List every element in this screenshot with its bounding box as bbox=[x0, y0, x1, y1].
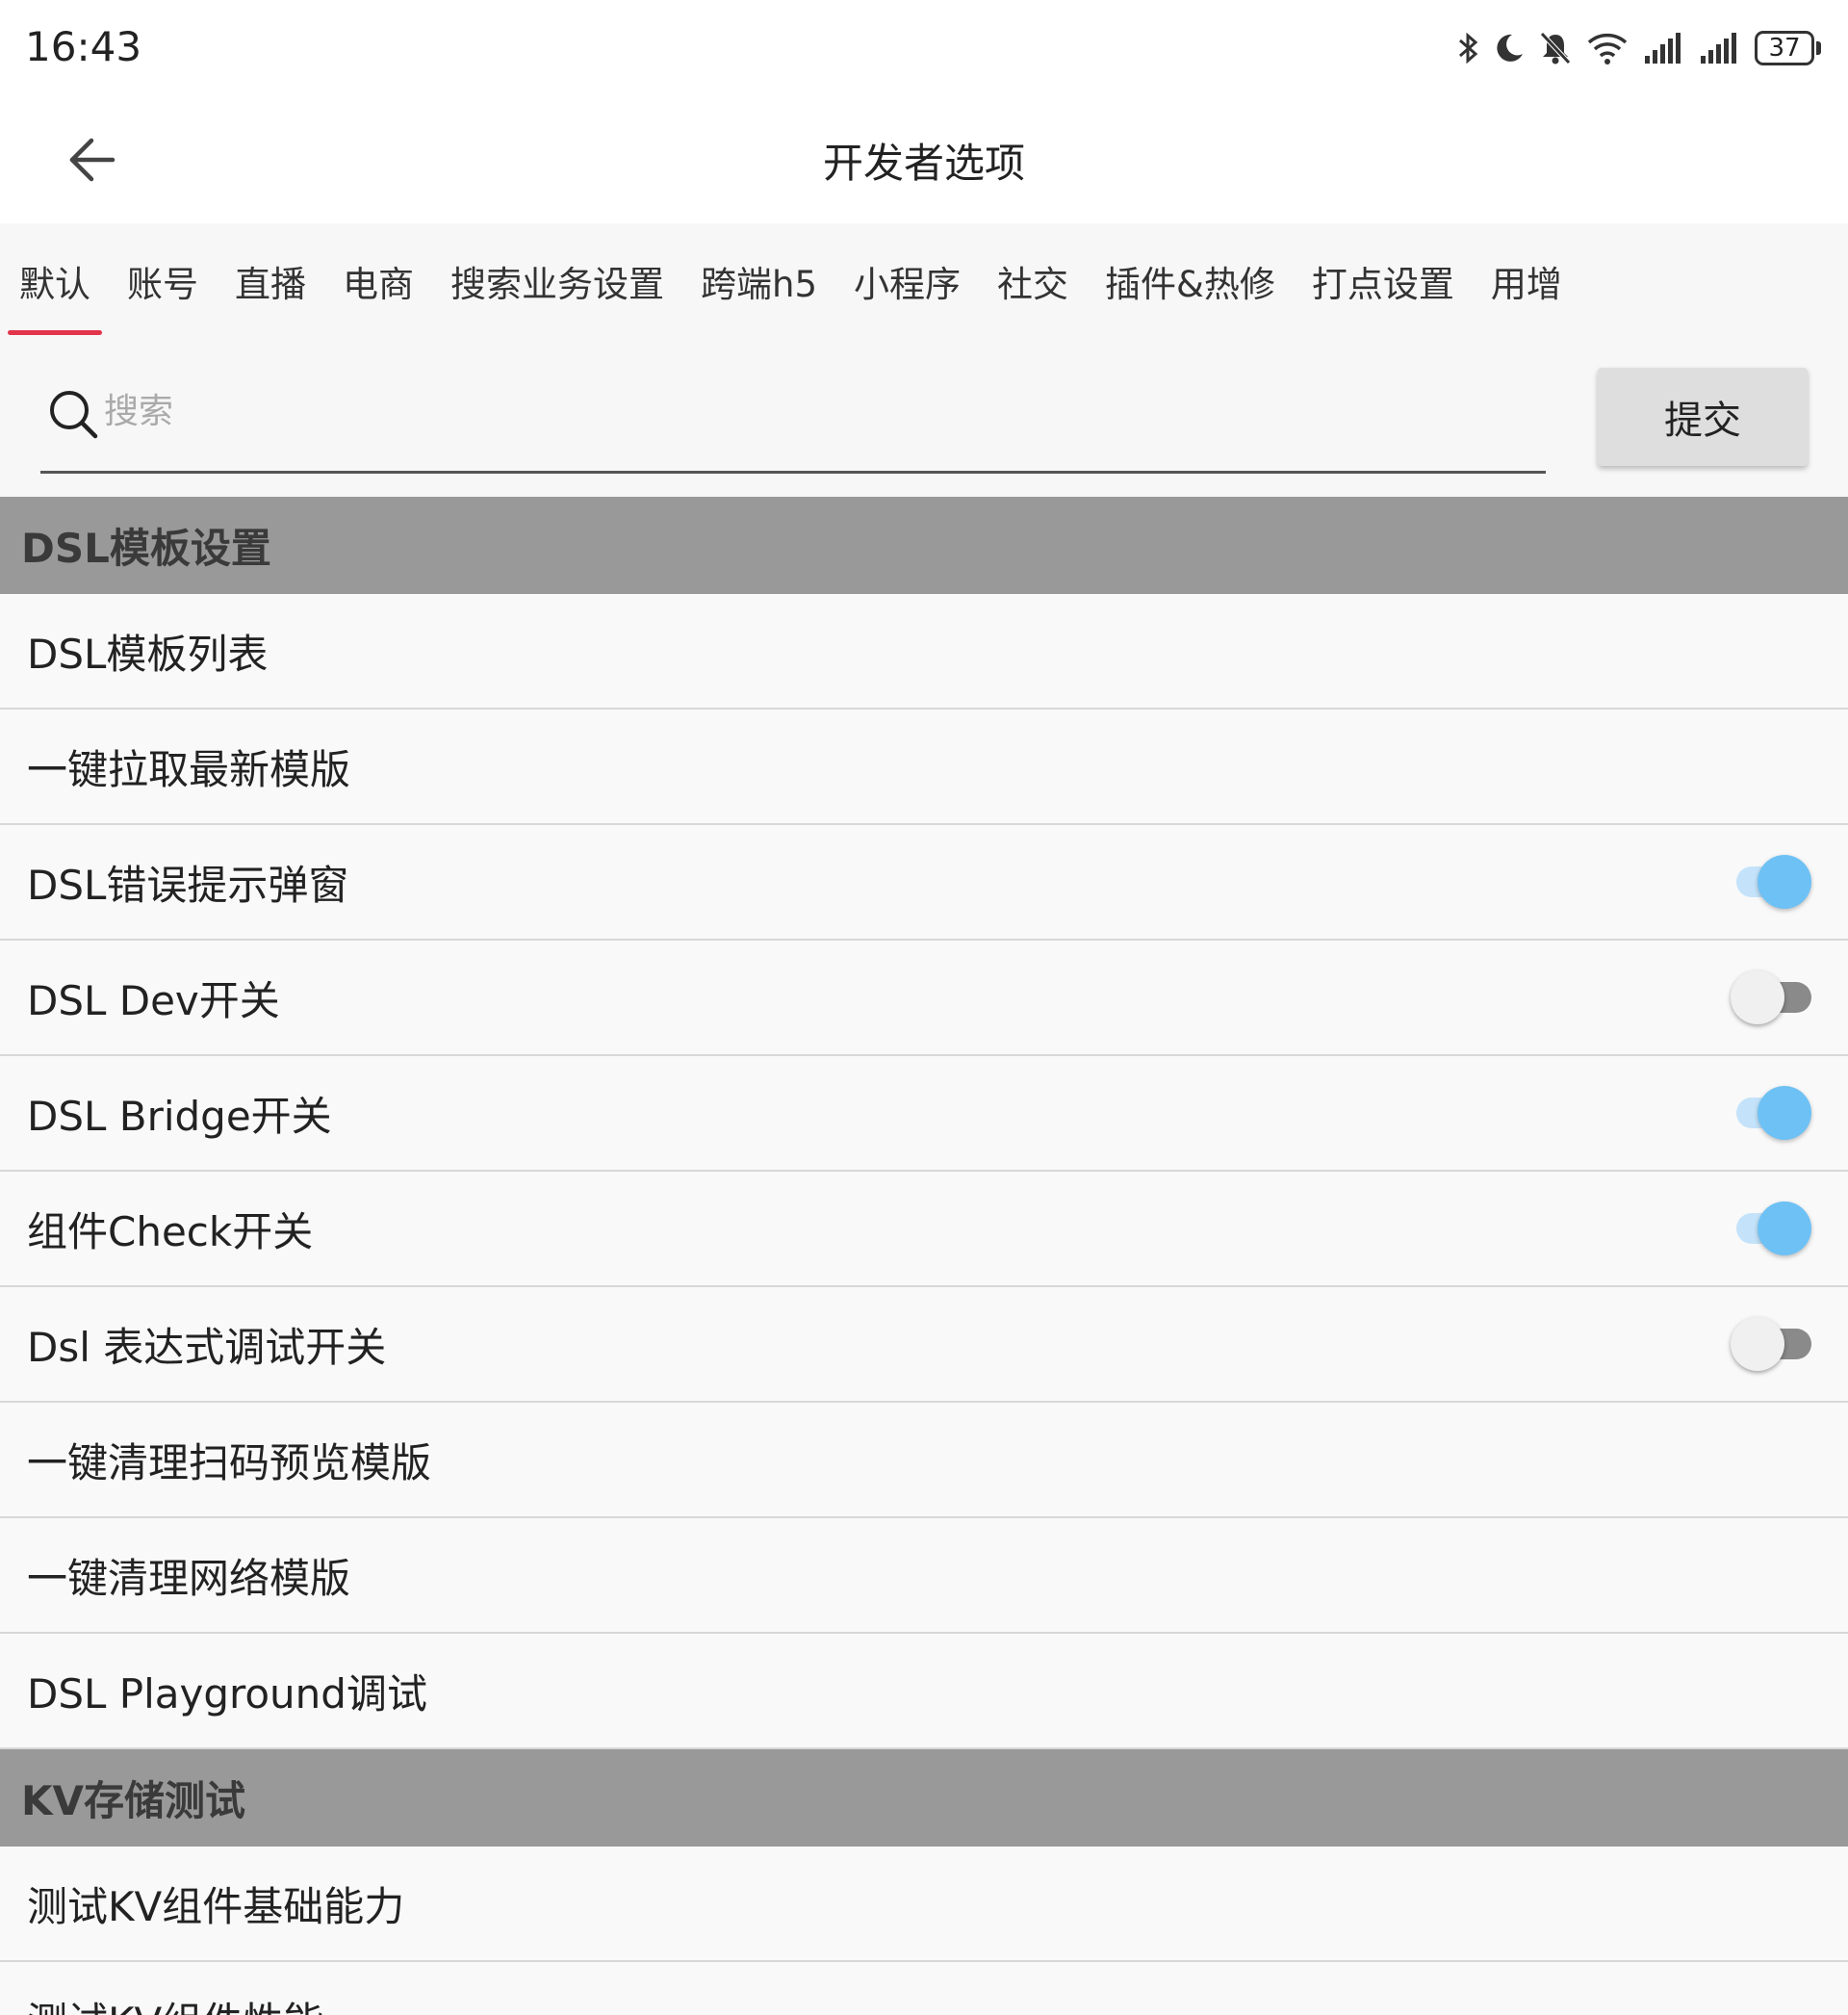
settings-row-label: DSL Bridge开关 bbox=[27, 1092, 332, 1140]
settings-row-label: 组件Check开关 bbox=[27, 1207, 314, 1255]
settings-row[interactable]: DSL Playground调试 bbox=[0, 1634, 1848, 1749]
settings-row[interactable]: 测试KV组件基础能力 bbox=[0, 1847, 1848, 1962]
settings-row-label: DSL模板列表 bbox=[27, 630, 269, 678]
back-button[interactable] bbox=[58, 125, 127, 194]
settings-row[interactable]: 一键清理扫码预览模版 bbox=[0, 1403, 1848, 1518]
bell-off-icon bbox=[1539, 31, 1572, 65]
tab-bar: 默认 账号 直播 电商 搜索业务设置 跨端h5 小程序 社交 插件&热修 打点设置 用增 bbox=[0, 223, 1848, 339]
status-time: 16:43 bbox=[25, 23, 142, 70]
tab-6[interactable]: 小程序 bbox=[842, 223, 972, 339]
settings-row[interactable]: 一键清理网络模版 bbox=[0, 1518, 1848, 1634]
tab-9[interactable]: 打点设置 bbox=[1300, 223, 1466, 339]
section-header: KV存储测试 bbox=[0, 1749, 1848, 1847]
tab-0[interactable]: 默认 bbox=[8, 223, 102, 339]
settings-row[interactable]: 测试KV组件性能 bbox=[0, 1962, 1848, 2015]
settings-row[interactable]: DSL Bridge开关 bbox=[0, 1056, 1848, 1172]
toggle-thumb bbox=[1731, 970, 1784, 1024]
settings-row-label: 测试KV组件基础能力 bbox=[27, 1882, 405, 1930]
settings-list: DSL模板设置 DSL模板列表一键拉取最新模版 DSL错误提示弹窗 DSL Dev开关… bbox=[0, 497, 1848, 2015]
settings-row[interactable]: 组件Check开关 bbox=[0, 1172, 1848, 1287]
settings-row[interactable]: Dsl 表达式调试开关 bbox=[0, 1287, 1848, 1403]
toggle-switch[interactable] bbox=[1731, 855, 1813, 909]
search-icon bbox=[50, 391, 98, 439]
page-title: 开发者选项 bbox=[822, 139, 1025, 187]
signal-icon bbox=[1643, 31, 1685, 65]
toggle-thumb bbox=[1758, 1201, 1811, 1255]
tab-2[interactable]: 直播 bbox=[223, 223, 318, 339]
wifi-icon bbox=[1585, 31, 1630, 65]
tab-3[interactable]: 电商 bbox=[331, 223, 425, 339]
tab-7[interactable]: 社交 bbox=[986, 223, 1080, 339]
settings-row[interactable]: DSL错误提示弹窗 bbox=[0, 825, 1848, 941]
status-icons: 37 bbox=[1456, 25, 1821, 71]
search-bar bbox=[40, 358, 1546, 474]
settings-row-label: 一键清理扫码预览模版 bbox=[27, 1438, 432, 1486]
settings-row[interactable]: 一键拉取最新模版 bbox=[0, 710, 1848, 825]
tab-4[interactable]: 搜索业务设置 bbox=[439, 223, 676, 339]
settings-row-label: Dsl 表达式调试开关 bbox=[27, 1323, 387, 1371]
app-bar: 开发者选项 bbox=[0, 96, 1848, 223]
toggle-switch[interactable] bbox=[1731, 1317, 1813, 1371]
toggle-switch[interactable] bbox=[1731, 1201, 1813, 1255]
toggle-thumb bbox=[1731, 1317, 1784, 1371]
settings-row[interactable]: DSL模板列表 bbox=[0, 594, 1848, 710]
signal-icon bbox=[1699, 31, 1741, 65]
submit-button[interactable]: 提交 bbox=[1598, 368, 1808, 466]
settings-row-label: 测试KV组件性能 bbox=[27, 1990, 323, 2015]
settings-row-label: 一键清理网络模版 bbox=[27, 1554, 351, 1602]
battery-icon: 37 bbox=[1755, 31, 1821, 65]
tab-10[interactable]: 用增 bbox=[1479, 223, 1574, 339]
status-bar: 16:43 37 bbox=[0, 0, 1848, 96]
settings-row-label: DSL Playground调试 bbox=[27, 1669, 427, 1718]
settings-row-label: DSL错误提示弹窗 bbox=[27, 861, 349, 909]
tab-5[interactable]: 跨端h5 bbox=[689, 223, 829, 339]
tab-1[interactable]: 账号 bbox=[116, 223, 210, 339]
battery-level: 37 bbox=[1755, 31, 1814, 65]
search-input[interactable] bbox=[104, 377, 1528, 445]
bluetooth-icon bbox=[1456, 31, 1479, 65]
settings-row-label: 一键拉取最新模版 bbox=[27, 745, 351, 793]
section-header: DSL模板设置 bbox=[0, 497, 1848, 594]
arrow-left-icon bbox=[69, 138, 116, 182]
settings-row[interactable]: DSL Dev开关 bbox=[0, 941, 1848, 1056]
toggle-thumb bbox=[1758, 1086, 1811, 1140]
settings-row-label: DSL Dev开关 bbox=[27, 976, 280, 1024]
toggle-thumb bbox=[1758, 855, 1811, 909]
toggle-switch[interactable] bbox=[1731, 1086, 1813, 1140]
tab-8[interactable]: 插件&热修 bbox=[1093, 223, 1287, 339]
moon-icon bbox=[1493, 31, 1526, 65]
toggle-switch[interactable] bbox=[1731, 970, 1813, 1024]
